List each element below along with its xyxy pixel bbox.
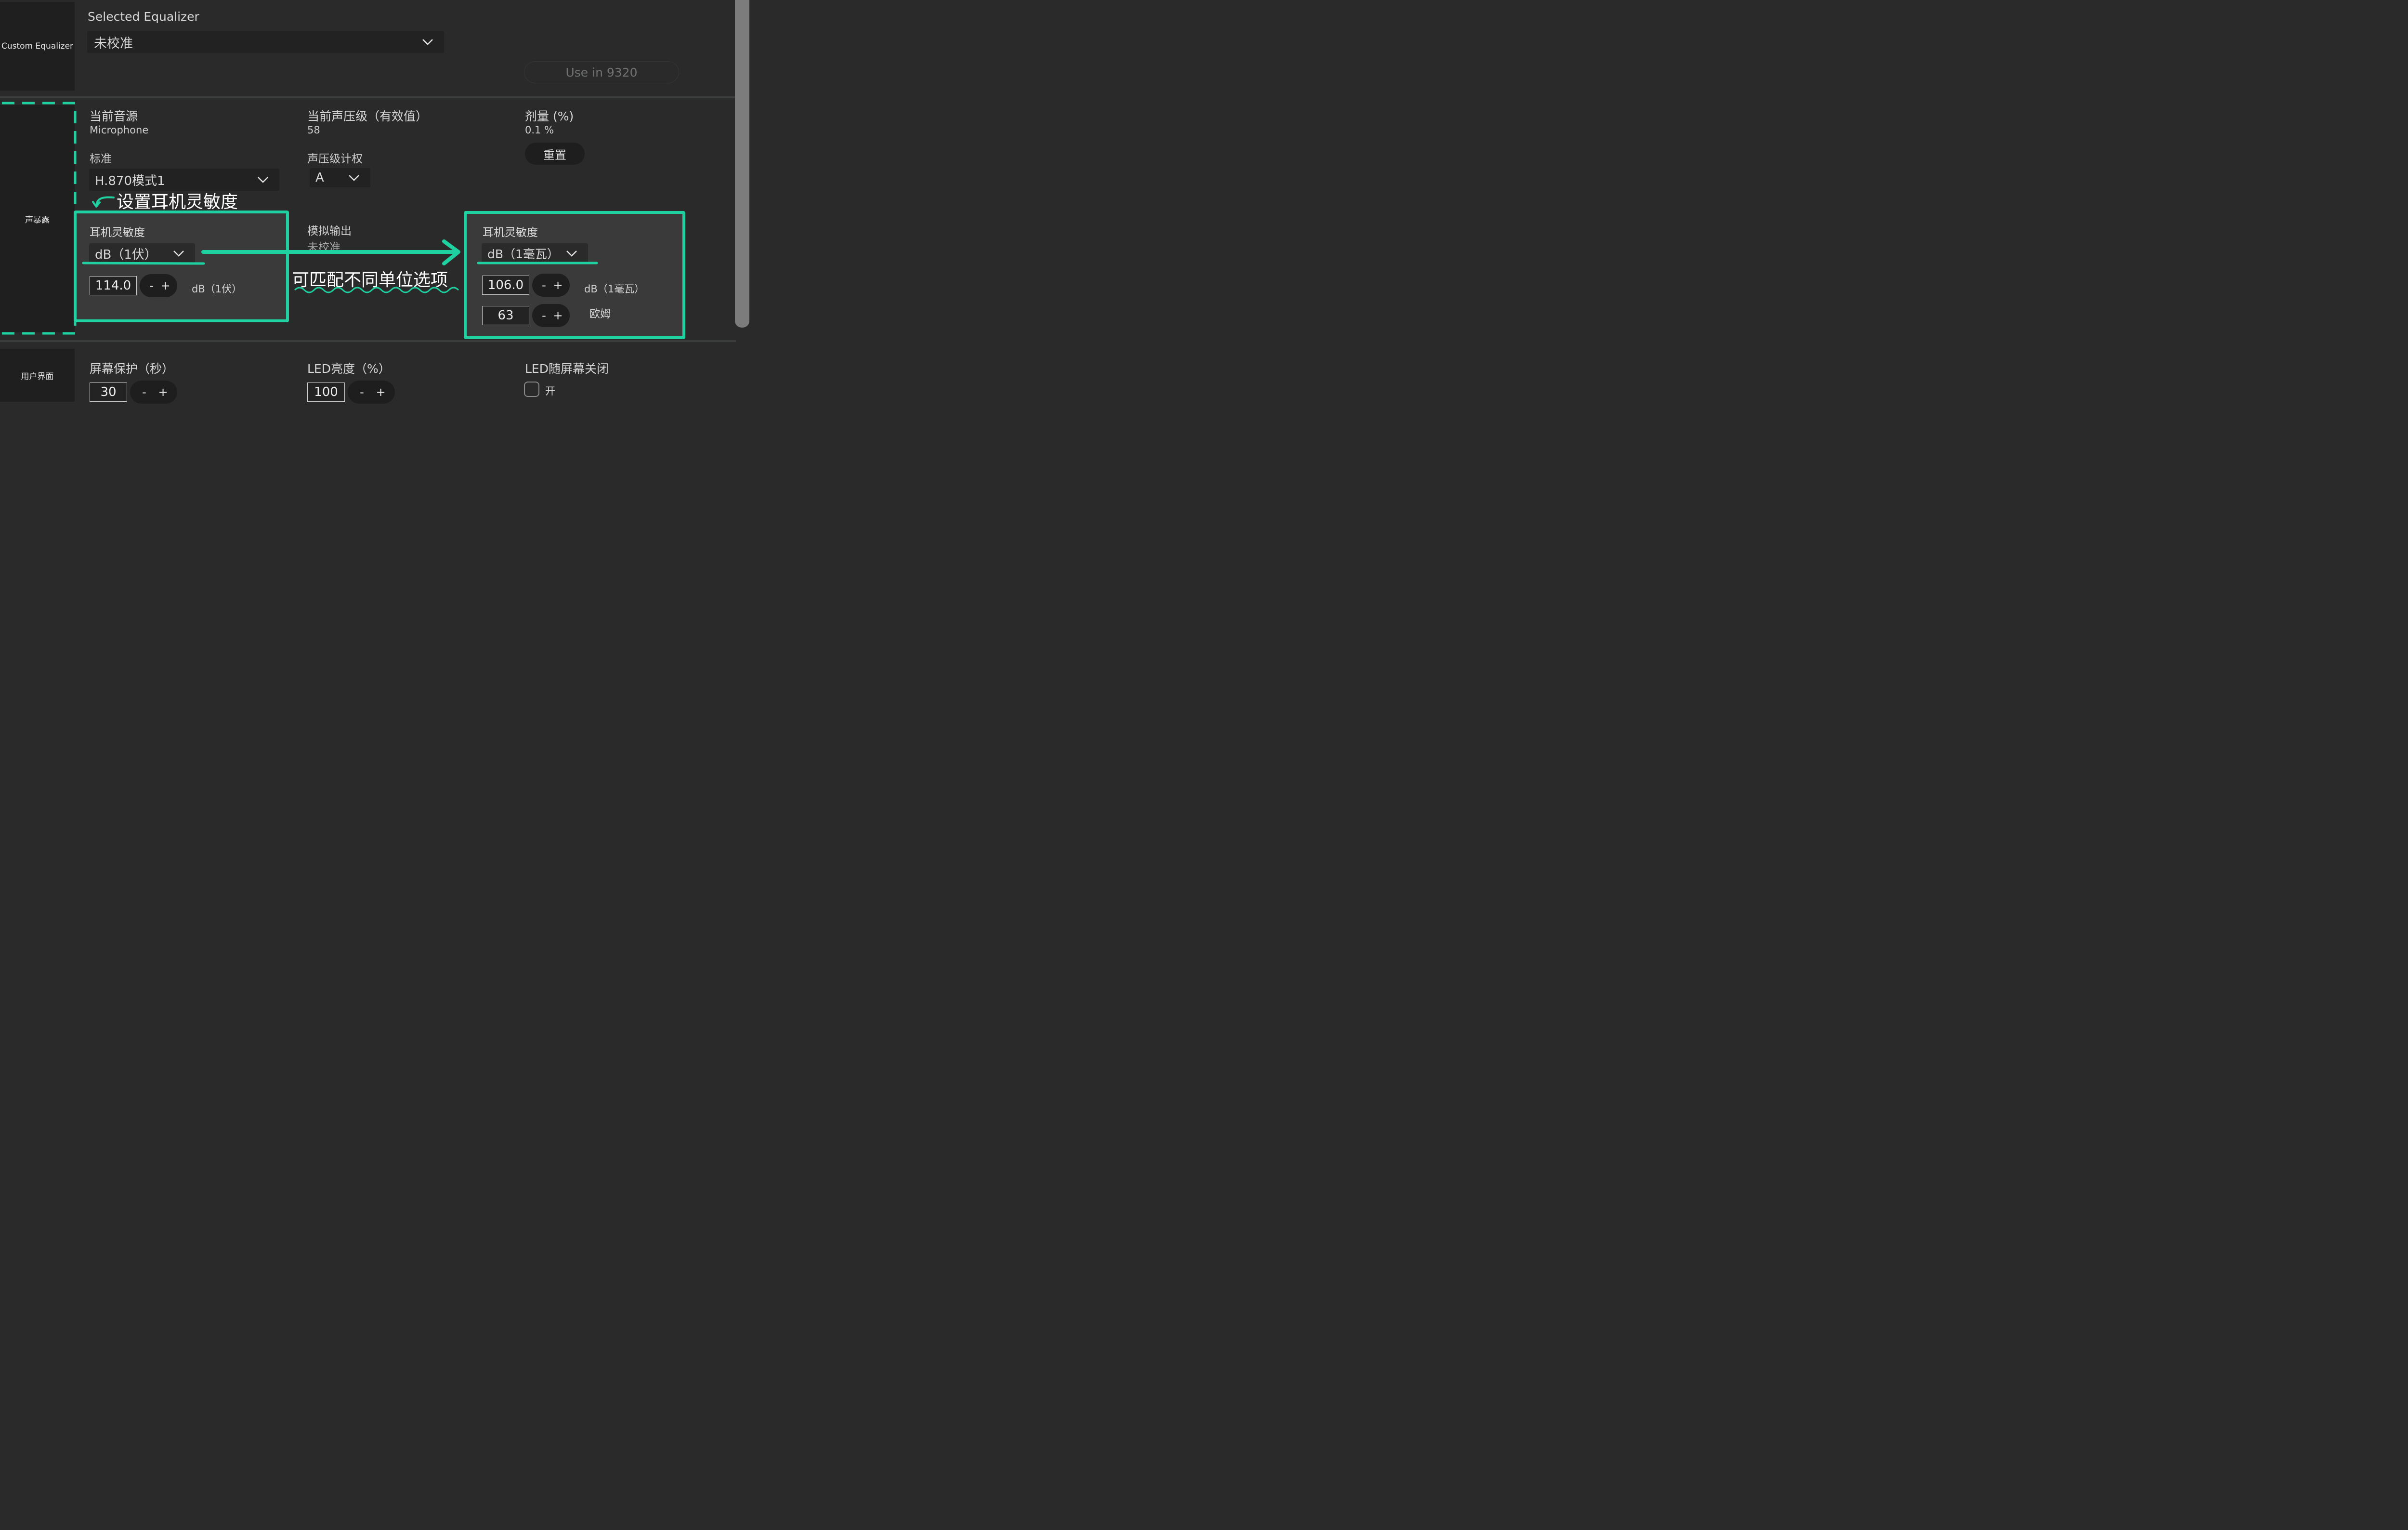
sensitivity-stepper[interactable]: - + <box>140 274 177 297</box>
use-in-9320-button[interactable]: Use in 9320 <box>524 61 679 83</box>
section-divider <box>0 96 736 98</box>
sound-exposure-dashed-highlight <box>2 102 77 335</box>
increment-button[interactable]: + <box>551 278 565 292</box>
standard-select-value: H.870模式1 <box>95 173 165 188</box>
scrollbar-thumb[interactable] <box>735 0 749 328</box>
user-interface-side-label: 用户界面 <box>0 349 75 402</box>
screensaver-input[interactable]: 30 <box>90 382 127 402</box>
impedance-value-input[interactable]: 63 <box>482 306 529 325</box>
sensitivity-value-input[interactable]: 106.0 <box>482 276 529 295</box>
sensitivity-stepper[interactable]: - + <box>532 274 570 297</box>
weighting-label: 声压级计权 <box>307 153 363 165</box>
sensitivity-value-input[interactable]: 114.0 <box>90 276 137 295</box>
custom-equalizer-side-label: Custom Equalizer <box>0 2 75 91</box>
section-divider <box>0 340 736 342</box>
spl-label: 当前声压级（有效值） <box>307 109 428 123</box>
led-off-checkbox[interactable] <box>524 382 539 397</box>
standard-label: 标准 <box>90 153 112 165</box>
chevron-down-icon <box>258 177 268 183</box>
led-off-with-screen-label: LED随屏幕关闭 <box>525 362 609 376</box>
increment-button[interactable]: + <box>156 385 170 399</box>
curved-arrow-icon <box>92 196 115 208</box>
led-brightness-input[interactable]: 100 <box>307 382 345 402</box>
led-brightness-label: LED亮度（%） <box>307 362 391 376</box>
screensaver-label: 屏幕保护（秒） <box>90 362 174 376</box>
wavy-underline <box>294 287 459 293</box>
weighting-select[interactable]: A <box>310 168 370 187</box>
annotation-set-sensitivity: 设置耳机灵敏度 <box>117 192 238 212</box>
current-source-value: Microphone <box>90 124 149 136</box>
weighting-select-value: A <box>315 171 324 185</box>
right-arrow-icon <box>201 239 460 265</box>
led-off-checkbox-label: 开 <box>545 385 555 397</box>
decrement-button[interactable]: - <box>537 309 551 322</box>
sensitivity-unit-label: dB（1伏） <box>192 283 242 295</box>
chevron-down-icon <box>349 175 359 181</box>
chevron-down-icon <box>422 39 433 45</box>
sensitivity-unit-label: dB（1毫瓦） <box>584 283 645 295</box>
decrement-button[interactable]: - <box>355 385 369 399</box>
dose-label: 剂量 (%) <box>525 109 574 123</box>
selected-equalizer-label: Selected Equalizer <box>88 10 199 24</box>
equalizer-select[interactable]: 未校准 <box>87 31 444 53</box>
increment-button[interactable]: + <box>158 279 172 292</box>
increment-button[interactable]: + <box>374 385 388 399</box>
reset-dose-button[interactable]: 重置 <box>525 143 585 165</box>
impedance-unit-label: 欧姆 <box>589 308 611 320</box>
decrement-button[interactable]: - <box>137 385 152 399</box>
decrement-button[interactable]: - <box>537 278 551 292</box>
equalizer-select-value: 未校准 <box>94 36 133 51</box>
impedance-stepper[interactable]: - + <box>532 304 570 327</box>
decrement-button[interactable]: - <box>144 279 158 292</box>
analog-output-label: 模拟输出 <box>307 225 352 237</box>
spl-value: 58 <box>307 124 320 136</box>
dose-value: 0.1 % <box>525 124 554 136</box>
led-brightness-stepper[interactable]: - + <box>348 381 395 404</box>
current-source-label: 当前音源 <box>90 109 138 123</box>
increment-button[interactable]: + <box>551 309 565 322</box>
screensaver-stepper[interactable]: - + <box>130 381 177 404</box>
